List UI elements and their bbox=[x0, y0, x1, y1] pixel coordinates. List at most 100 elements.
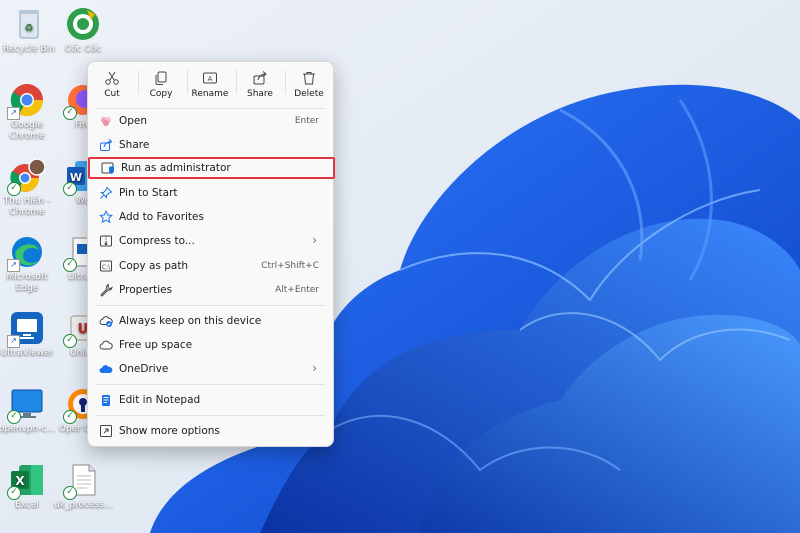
desktop-icon-label: Excel bbox=[15, 500, 39, 510]
desktop-icon-uk-process[interactable]: ✓ uk_process... bbox=[54, 462, 113, 511]
shortcut-arrow-icon: ↗ bbox=[7, 335, 20, 348]
share-toolbar-label: Share bbox=[247, 89, 273, 99]
menu-item-label: Show more options bbox=[119, 425, 220, 437]
copy-button[interactable]: Copy bbox=[139, 66, 183, 104]
menu-item-properties[interactable]: Properties Alt+Enter bbox=[93, 279, 329, 301]
desktop-icon-label: UltraViewer bbox=[0, 348, 54, 358]
svg-text:♻: ♻ bbox=[25, 23, 34, 34]
desktop-icon-google-chrome[interactable]: ↗ Google Chrome bbox=[0, 82, 56, 142]
svg-text:A: A bbox=[208, 75, 213, 83]
copy-icon bbox=[155, 71, 167, 85]
show-more-options-icon bbox=[100, 425, 112, 437]
desktop-icon-openvpn[interactable]: ✓ openvpn-c... bbox=[0, 386, 56, 435]
menu-item-edit-in-notepad[interactable]: Edit in Notepad bbox=[93, 389, 329, 411]
desktop-icon-label: Recycle Bin bbox=[3, 44, 55, 54]
cut-button[interactable]: Cut bbox=[90, 66, 134, 104]
trash-icon bbox=[303, 72, 315, 85]
toolbar-divider bbox=[236, 70, 237, 94]
chrome-profile-icon: ✓ bbox=[7, 158, 46, 196]
star-icon bbox=[99, 210, 113, 224]
toolbar-divider bbox=[285, 70, 286, 94]
share-icon bbox=[253, 71, 267, 85]
ultraviewer-icon: ↗ bbox=[7, 310, 45, 348]
desktop-icon-label: openvpn-c... bbox=[0, 424, 55, 434]
menu-item-shortcut: Enter bbox=[294, 116, 319, 126]
chevron-right-icon: › bbox=[312, 233, 317, 247]
menu-divider bbox=[96, 108, 325, 109]
rename-label: Rename bbox=[191, 89, 229, 99]
shortcut-arrow-icon: ↗ bbox=[7, 259, 20, 272]
excel-icon: X ✓ bbox=[7, 462, 45, 500]
desktop-icon-microsoft-edge[interactable]: ↗ Microsoft Edge bbox=[0, 234, 56, 294]
menu-item-label: Add to Favorites bbox=[119, 211, 204, 223]
menu-item-copy-as-path[interactable]: C:\ Copy as path Ctrl+Shift+C bbox=[93, 255, 329, 277]
context-menu-toolbar: Cut Copy A Rename Share Delete bbox=[88, 62, 333, 106]
menu-item-label: Properties bbox=[119, 284, 173, 296]
sync-check-icon: ✓ bbox=[7, 486, 21, 500]
menu-item-open[interactable]: Open Enter bbox=[93, 110, 329, 132]
menu-item-share[interactable]: Share bbox=[93, 134, 329, 156]
desktop-icon-label: Microsoft Edge bbox=[6, 272, 48, 293]
menu-item-pin-to-start[interactable]: Pin to Start bbox=[93, 182, 329, 204]
openvpn-icon: ✓ bbox=[7, 386, 45, 424]
rename-button[interactable]: A Rename bbox=[188, 66, 232, 104]
desktop-icon-label: Thu Hiền - Chrome bbox=[3, 196, 51, 217]
zip-folder-icon bbox=[100, 235, 112, 247]
menu-item-add-to-favorites[interactable]: Add to Favorites bbox=[93, 206, 329, 228]
desktop-icon-recycle-bin[interactable]: ♻ Recycle Bin bbox=[0, 6, 58, 55]
menu-item-label: Copy as path bbox=[119, 260, 189, 272]
menu-item-always-keep-on-device[interactable]: Always keep on this device bbox=[93, 310, 329, 332]
menu-divider bbox=[96, 415, 325, 416]
copy-path-icon: C:\ bbox=[100, 260, 112, 272]
sync-check-icon: ✓ bbox=[63, 486, 77, 500]
admin-shield-icon bbox=[101, 162, 114, 174]
sync-check-icon: ✓ bbox=[63, 106, 77, 120]
recycle-bin-icon: ♻ bbox=[11, 6, 47, 42]
menu-divider bbox=[96, 305, 325, 306]
menu-item-run-as-administrator[interactable]: Run as administrator bbox=[88, 157, 335, 179]
menu-item-onedrive[interactable]: OneDrive › bbox=[93, 358, 329, 380]
menu-item-label: Share bbox=[119, 139, 150, 151]
menu-item-compress-to[interactable]: Compress to... › bbox=[93, 230, 329, 252]
wrench-icon bbox=[100, 283, 113, 297]
open-app-icon bbox=[101, 117, 111, 126]
cloud-check-icon bbox=[99, 316, 113, 327]
cut-label: Cut bbox=[104, 89, 120, 99]
desktop-icon-excel[interactable]: X ✓ Excel bbox=[0, 462, 56, 511]
cloud-icon bbox=[99, 340, 113, 350]
menu-item-shortcut: Alt+Enter bbox=[275, 285, 319, 295]
text-file-icon: ✓ bbox=[63, 462, 101, 500]
desktop-icon-thu-hien-chrome[interactable]: ✓ Thu Hiền - Chrome bbox=[0, 158, 56, 218]
share-toolbar-button[interactable]: Share bbox=[238, 66, 282, 104]
menu-item-label: Free up space bbox=[119, 339, 193, 351]
coccoc-icon bbox=[65, 6, 101, 42]
onedrive-icon bbox=[99, 365, 113, 373]
scissors-icon bbox=[105, 71, 119, 85]
shortcut-arrow-icon: ↗ bbox=[7, 107, 20, 120]
desktop-icon-label: Cốc Cốc bbox=[64, 44, 102, 54]
menu-divider bbox=[96, 384, 325, 385]
rename-icon: A bbox=[203, 72, 217, 84]
share-icon bbox=[100, 138, 113, 151]
edge-icon: ↗ bbox=[7, 234, 45, 272]
desktop-icon-label: Google Chrome bbox=[9, 120, 45, 141]
sync-check-icon: ✓ bbox=[63, 334, 77, 348]
sync-check-icon: ✓ bbox=[63, 410, 77, 424]
copy-label: Copy bbox=[149, 89, 173, 99]
chrome-icon: ↗ bbox=[7, 82, 45, 120]
menu-item-show-more-options[interactable]: Show more options bbox=[93, 420, 329, 442]
desktop-icon-label: uk_process... bbox=[54, 500, 113, 510]
menu-item-label: Always keep on this device bbox=[119, 315, 262, 327]
notepad-icon bbox=[102, 395, 110, 406]
menu-item-label: Compress to... bbox=[119, 235, 195, 247]
menu-item-label: Open bbox=[119, 115, 148, 127]
desktop-icon-ultraviewer[interactable]: ↗ UltraViewer bbox=[0, 310, 56, 359]
desktop-icon-coccoc[interactable]: Cốc Cốc bbox=[54, 6, 112, 55]
sync-check-icon: ✓ bbox=[7, 182, 21, 196]
sync-check-icon: ✓ bbox=[63, 182, 77, 196]
menu-item-label: OneDrive bbox=[119, 363, 169, 375]
menu-item-shortcut: Ctrl+Shift+C bbox=[261, 261, 319, 271]
menu-item-free-up-space[interactable]: Free up space bbox=[93, 334, 329, 356]
sync-check-icon: ✓ bbox=[7, 410, 21, 424]
delete-button[interactable]: Delete bbox=[287, 66, 331, 104]
